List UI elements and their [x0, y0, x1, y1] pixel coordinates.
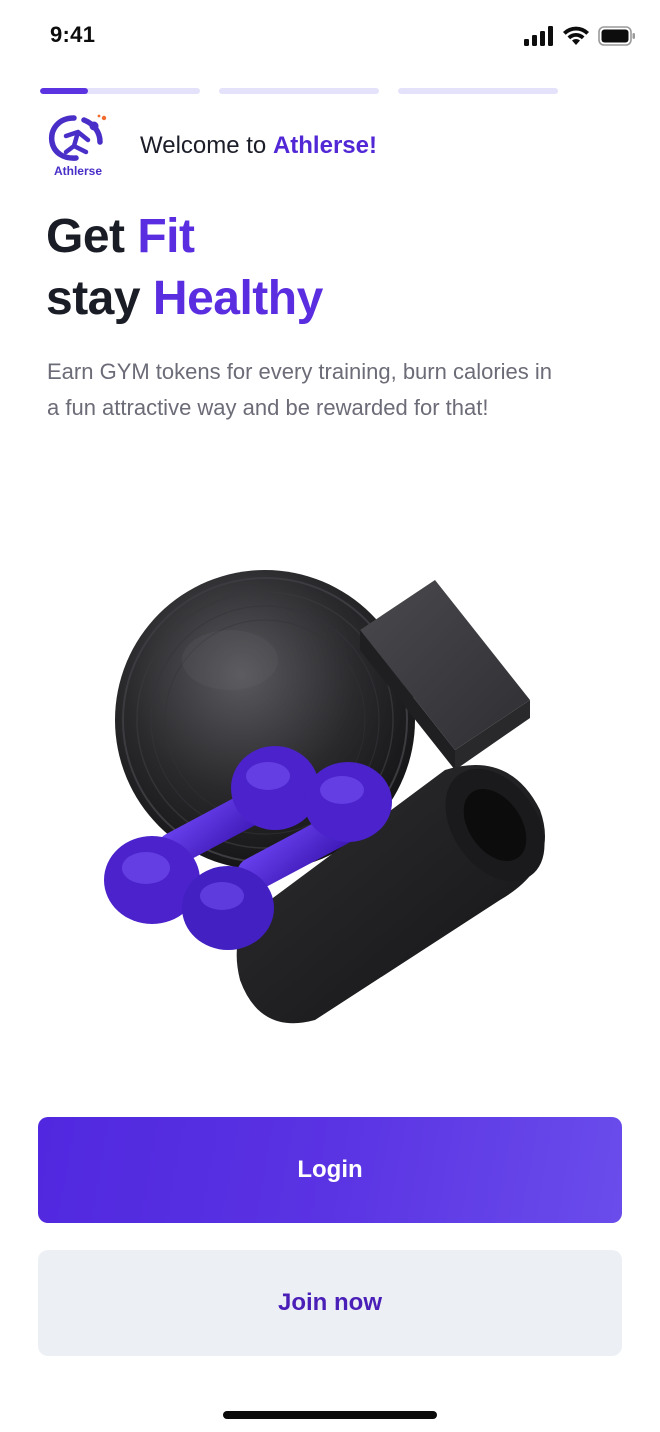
logo-wordmark: Athlerse: [53, 164, 103, 178]
headline-line-2: stay Healthy: [46, 268, 323, 330]
welcome-brand-name: Athlerse!: [272, 132, 377, 159]
login-button[interactable]: Login: [38, 1117, 622, 1223]
athlete-logo-icon: [48, 114, 107, 161]
status-time: 9:41: [50, 22, 96, 47]
progress-step-2: [219, 88, 379, 94]
battery-icon: [598, 26, 635, 46]
welcome-prefix: Welcome to: [140, 132, 273, 159]
home-indicator: [223, 1411, 437, 1419]
headline-line-2-accent: Healthy: [152, 272, 323, 325]
welcome-text: Welcome to Athlerse!: [140, 132, 377, 160]
page-title: Get Fit stay Healthy: [46, 206, 323, 330]
status-icons: [524, 26, 636, 46]
progress-step-1: [40, 88, 200, 94]
headline-line-1-accent: Fit: [137, 210, 195, 263]
progress-step-3: [398, 88, 558, 94]
wifi-icon: [563, 26, 589, 45]
brand-row: Athlerse Welcome to Athlerse!: [44, 112, 614, 184]
headline-line-2-plain: stay: [46, 272, 153, 325]
onboarding-progress: [40, 88, 560, 94]
progress-step-1-fill: [40, 88, 88, 94]
cellular-signal-icon: [524, 26, 553, 46]
subtitle: Earn GYM tokens for every training, burn…: [47, 359, 553, 420]
headline-line-1: Get Fit: [46, 206, 323, 268]
join-now-button[interactable]: Join now: [38, 1250, 622, 1356]
headline-line-1-plain: Get: [46, 210, 138, 263]
athlerse-logo: Athlerse: [44, 112, 112, 182]
status-bar: 9:41: [0, 0, 660, 78]
gym-equipment-illustration: [90, 520, 560, 1040]
